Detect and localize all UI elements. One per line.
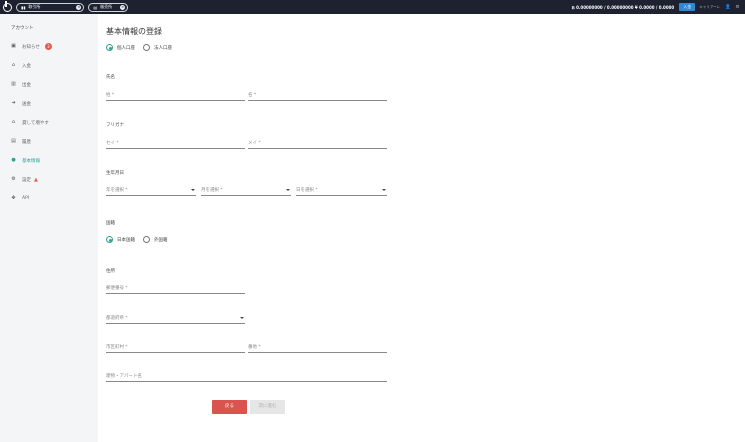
page-title: 基本情報の登録 — [106, 27, 162, 36]
chart-icon: ▮▮ — [21, 4, 26, 10]
nationality-japanese[interactable]: 日本国籍 — [106, 236, 135, 243]
user-icon[interactable]: 👤 — [725, 5, 731, 10]
nationality-group: 日本国籍 外国籍 — [106, 236, 176, 243]
account-type-corporate[interactable]: 法人口座 — [143, 44, 172, 51]
sidebar-item-profile[interactable]: ● 基本情報 — [11, 157, 40, 164]
first-kana-field[interactable]: メイ * — [248, 139, 387, 149]
sidebar-item-label: 貸して増やす — [22, 120, 49, 126]
radio-icon[interactable] — [143, 44, 150, 51]
message-icon: ▣ — [11, 43, 16, 49]
radio-label: 個人口座 — [117, 45, 135, 51]
last-name-field[interactable]: 姓 * — [106, 91, 245, 101]
sidebar-item-label: API — [22, 196, 30, 201]
radio-label: 外国籍 — [154, 237, 168, 243]
history-icon: ▤ — [11, 138, 16, 144]
store-tab-label: 販売所 — [100, 4, 113, 9]
prefecture-select[interactable]: 都道府県 * — [106, 314, 245, 324]
bank-icon: ⌂ — [11, 62, 16, 68]
sidebar-item-label: 履歴 — [22, 139, 31, 145]
main-content: 基本情報の登録 個人口座 法人口座 氏名 姓 * 名 * フリガナ セイ * メ… — [98, 14, 745, 442]
sidebar-title: アカウント — [11, 26, 34, 31]
account-type-group: 個人口座 法人口座 — [106, 44, 180, 51]
balance-readout: ₿ 0.00000000 / 0.00000000 ¥ 0.0000 / 0.0… — [571, 4, 675, 10]
birth-year-select[interactable]: 年を選択 * — [106, 186, 196, 196]
sidebar-item-withdraw[interactable]: ▥ 出金 — [11, 81, 31, 88]
sidebar-item-label: お知らせ — [22, 44, 40, 50]
store-tab[interactable]: ▤ 販売所 × — [88, 2, 129, 12]
sidebar-item-label: 送金 — [22, 101, 31, 107]
back-button[interactable]: 戻る — [212, 400, 247, 414]
api-icon: ✥ — [11, 195, 16, 201]
store-icon: ▤ — [93, 4, 98, 10]
sidebar-item-deposit[interactable]: ⌂ 入金 — [11, 62, 31, 69]
kana-section-label: フリガナ — [106, 123, 124, 128]
sidebar-item-label: 基本情報 — [22, 158, 40, 164]
birth-month-select[interactable]: 月を選択 * — [201, 186, 291, 196]
sidebar-item-label: 入金 — [22, 63, 31, 69]
sidebar-item-history[interactable]: ▤ 履歴 — [11, 138, 31, 145]
radio-checked-icon[interactable] — [106, 236, 113, 243]
sidebar-item-send[interactable]: ➜ 送金 — [11, 100, 31, 107]
logo-icon[interactable] — [3, 0, 12, 12]
top-bar: ▮▮ 取引所 × ▤ 販売所 × ₿ 0.00000000 / 0.000000… — [0, 0, 745, 14]
sidebar-item-api[interactable]: ✥ API — [11, 195, 29, 202]
lend-icon: ⌂ — [11, 119, 16, 125]
exchange-tab-label: 取引所 — [28, 4, 41, 9]
account-type-individual[interactable]: 個人口座 — [106, 44, 135, 51]
warning-icon: ▲ — [34, 176, 38, 183]
sidebar-item-notifications[interactable]: ▣ お知らせ 3 — [11, 43, 52, 50]
last-kana-field[interactable]: セイ * — [106, 139, 245, 149]
radio-label: 日本国籍 — [117, 237, 135, 243]
notification-badge: 3 — [44, 43, 52, 50]
birth-day-select[interactable]: 日を選択 * — [296, 186, 387, 196]
radio-checked-icon[interactable] — [106, 44, 113, 51]
sidebar-item-lend[interactable]: ⌂ 貸して増やす — [11, 119, 49, 126]
name-section-label: 氏名 — [106, 75, 115, 80]
building-field[interactable]: 建物・アパート名 — [106, 372, 387, 382]
radio-label: 法人口座 — [154, 45, 172, 51]
send-icon: ➜ — [11, 100, 16, 106]
settings-icon: ⚙ — [11, 176, 16, 182]
birth-section-label: 生年月日 — [106, 171, 124, 176]
withdraw-icon: ▥ — [11, 81, 16, 87]
sidebar-item-label: 出金 — [22, 82, 31, 88]
nationality-section-label: 国籍 — [106, 221, 115, 226]
sidebar-item-settings[interactable]: ⚙ 設定 ▲ — [11, 176, 38, 183]
user-icon: ● — [11, 157, 16, 163]
nationality-foreign[interactable]: 外国籍 — [143, 236, 168, 243]
postal-code-field[interactable]: 郵便番号 * — [106, 284, 245, 294]
deposit-button[interactable]: 入金 — [679, 3, 696, 11]
first-name-field[interactable]: 名 * — [248, 91, 387, 101]
radio-icon[interactable] — [143, 236, 150, 243]
top-menu-link[interactable]: キャリアーレ — [699, 5, 720, 10]
close-icon[interactable]: × — [76, 4, 82, 10]
top-right: ₿ 0.00000000 / 0.00000000 ¥ 0.0000 / 0.0… — [571, 0, 745, 14]
next-button[interactable]: 次に進む — [250, 400, 285, 414]
sidebar: アカウント ▣ お知らせ 3 ⌂ 入金 ▥ 出金 ➜ 送金 ⌂ 貸して増やす ▤… — [0, 14, 98, 442]
close-icon[interactable]: × — [120, 4, 126, 10]
exchange-tab[interactable]: ▮▮ 取引所 × — [16, 2, 85, 12]
settings-icon[interactable]: ⚙ — [735, 5, 740, 10]
street-field[interactable]: 番地 * — [248, 343, 387, 353]
sidebar-item-label: 設定 — [22, 177, 31, 183]
city-field[interactable]: 市区町村 * — [106, 343, 245, 353]
address-section-label: 住所 — [106, 269, 115, 274]
